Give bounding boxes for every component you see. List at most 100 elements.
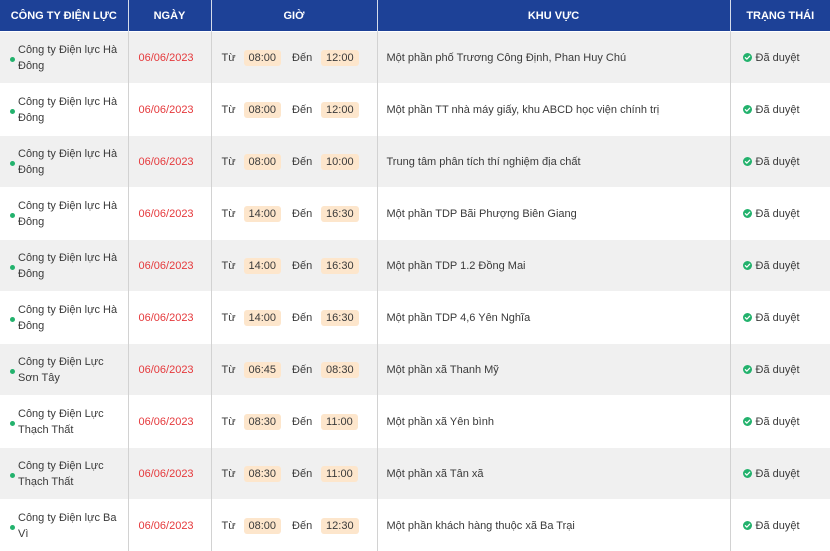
date-cell: 06/06/2023: [128, 499, 212, 551]
check-circle-icon: [742, 365, 752, 374]
table-row[interactable]: Công ty Điện lực Ba Vì 06/06/2023 Từ 08:…: [0, 499, 830, 551]
start-time: 06:45: [243, 361, 282, 378]
status-dot-icon: [10, 108, 15, 114]
start-time: 14:00: [243, 205, 282, 222]
outage-date: 06/06/2023: [138, 103, 194, 116]
column-header-date[interactable]: NGÀY: [128, 0, 212, 32]
check-circle-icon: [742, 261, 752, 270]
end-time: 12:00: [321, 101, 359, 118]
area-cell: Một phần phố Trương Công Định, Phan Huy …: [377, 31, 731, 84]
area-cell: Một phần TDP 1.2 Đồng Mai: [377, 239, 731, 292]
area-text: Một phần xã Thanh Mỹ: [386, 363, 499, 376]
company-name: Công ty Điện lực Ba Vì: [18, 511, 117, 540]
company-name: Công ty Điện lực Hà Đông: [18, 147, 118, 176]
area-cell: Trung tâm phân tích thí nghiệm địa chất: [377, 135, 731, 188]
start-time: 08:00: [243, 101, 282, 118]
company-cell: Công ty Điện Lực Thạch Thất: [0, 447, 129, 500]
status-dot-icon: [10, 420, 15, 426]
area-cell: Một phần TDP 4,6 Yên Nghĩa: [377, 291, 731, 344]
outage-date: 06/06/2023: [138, 259, 194, 272]
company-cell: Công ty Điện lực Hà Đông: [0, 291, 129, 344]
outage-date: 06/06/2023: [138, 311, 194, 324]
time-cell: Từ 14:00 Đến 16:30: [211, 291, 378, 344]
status-cell: Đã duyệt: [730, 239, 830, 292]
status-badge: Đã duyệt: [755, 363, 800, 376]
date-cell: 06/06/2023: [128, 395, 212, 448]
to-label: Đến: [292, 311, 313, 324]
status-badge: Đã duyệt: [755, 51, 800, 64]
table-row[interactable]: Công ty Điện lực Hà Đông 06/06/2023 Từ 1…: [0, 187, 830, 240]
date-cell: 06/06/2023: [128, 187, 212, 240]
column-header-time[interactable]: GIỜ: [211, 0, 378, 32]
end-time: 16:30: [321, 257, 359, 274]
table-row[interactable]: Công ty Điện Lực Thạch Thất 06/06/2023 T…: [0, 395, 830, 448]
column-header-status[interactable]: TRẠNG THÁI: [730, 0, 830, 32]
area-text: Một phần phố Trương Công Định, Phan Huy …: [386, 51, 627, 64]
status-dot-icon: [10, 56, 15, 62]
end-time: 10:00: [321, 153, 359, 170]
check-circle-icon: [742, 417, 752, 426]
company-name: Công ty Điện lực Hà Đông: [18, 251, 118, 280]
time-cell: Từ 06:45 Đến 08:30: [211, 343, 378, 396]
area-text: Một phần xã Tân xã: [386, 467, 484, 480]
start-time: 08:00: [243, 153, 282, 170]
company-name: Công ty Điện Lực Sơn Tây: [18, 355, 104, 384]
status-dot-icon: [10, 160, 15, 166]
area-cell: Một phần TT nhà máy giấy, khu ABCD học v…: [377, 83, 731, 136]
status-badge: Đã duyệt: [755, 259, 800, 272]
start-time: 08:00: [243, 49, 282, 66]
start-time: 08:30: [243, 465, 282, 482]
table-row[interactable]: Công ty Điện lực Hà Đông 06/06/2023 Từ 0…: [0, 31, 830, 84]
to-label: Đến: [292, 363, 313, 376]
table-row[interactable]: Công ty Điện Lực Sơn Tây 06/06/2023 Từ 0…: [0, 343, 830, 396]
outage-schedule-table: CÔNG TY ĐIỆN LỰC NGÀY GIỜ KHU VỰC TRẠNG …: [0, 0, 830, 551]
table-row[interactable]: Công ty Điện lực Hà Đông 06/06/2023 Từ 1…: [0, 239, 830, 292]
date-cell: 06/06/2023: [128, 31, 212, 84]
area-cell: Một phần xã Thanh Mỹ: [377, 343, 731, 396]
area-text: Một phần TDP 4,6 Yên Nghĩa: [386, 311, 531, 324]
company-cell: Công ty Điện lực Hà Đông: [0, 83, 129, 136]
status-cell: Đã duyệt: [730, 83, 830, 136]
check-circle-icon: [742, 105, 752, 114]
status-badge: Đã duyệt: [755, 415, 800, 428]
company-name: Công ty Điện Lực Thạch Thất: [18, 459, 104, 488]
from-label: Từ: [221, 51, 236, 64]
column-header-company[interactable]: CÔNG TY ĐIỆN LỰC: [0, 0, 129, 32]
outage-date: 06/06/2023: [138, 415, 194, 428]
check-circle-icon: [742, 469, 752, 478]
table-row[interactable]: Công ty Điện Lực Thạch Thất 06/06/2023 T…: [0, 447, 830, 500]
end-time: 16:30: [321, 205, 359, 222]
end-time: 11:00: [321, 413, 358, 430]
time-cell: Từ 08:00 Đến 12:00: [211, 83, 378, 136]
end-time: 12:30: [321, 517, 359, 534]
start-time: 08:30: [243, 413, 282, 430]
table-row[interactable]: Công ty Điện lực Hà Đông 06/06/2023 Từ 1…: [0, 291, 830, 344]
status-dot-icon: [10, 524, 15, 530]
status-dot-icon: [10, 316, 15, 322]
status-dot-icon: [10, 368, 15, 374]
to-label: Đến: [292, 207, 313, 220]
outage-date: 06/06/2023: [138, 155, 194, 168]
area-text: Một phần khách hàng thuộc xã Ba Trại: [386, 519, 575, 532]
date-cell: 06/06/2023: [128, 447, 212, 500]
end-time: 11:00: [321, 465, 358, 482]
status-dot-icon: [10, 472, 15, 478]
company-cell: Công ty Điện Lực Thạch Thất: [0, 395, 129, 448]
outage-date: 06/06/2023: [138, 51, 194, 64]
table-row[interactable]: Công ty Điện lực Hà Đông 06/06/2023 Từ 0…: [0, 83, 830, 136]
area-text: Một phần TT nhà máy giấy, khu ABCD học v…: [386, 103, 660, 116]
status-cell: Đã duyệt: [730, 343, 830, 396]
to-label: Đến: [292, 103, 313, 116]
from-label: Từ: [221, 155, 236, 168]
table-row[interactable]: Công ty Điện lực Hà Đông 06/06/2023 Từ 0…: [0, 135, 830, 188]
status-cell: Đã duyệt: [730, 395, 830, 448]
from-label: Từ: [221, 415, 236, 428]
end-time: 08:30: [321, 361, 359, 378]
to-label: Đến: [292, 467, 313, 480]
outage-date: 06/06/2023: [138, 519, 194, 532]
column-header-area[interactable]: KHU VỰC: [377, 0, 731, 32]
company-cell: Công ty Điện lực Hà Đông: [0, 31, 129, 84]
company-cell: Công ty Điện lực Ba Vì: [0, 499, 129, 551]
from-label: Từ: [221, 363, 236, 376]
company-cell: Công ty Điện lực Hà Đông: [0, 187, 129, 240]
